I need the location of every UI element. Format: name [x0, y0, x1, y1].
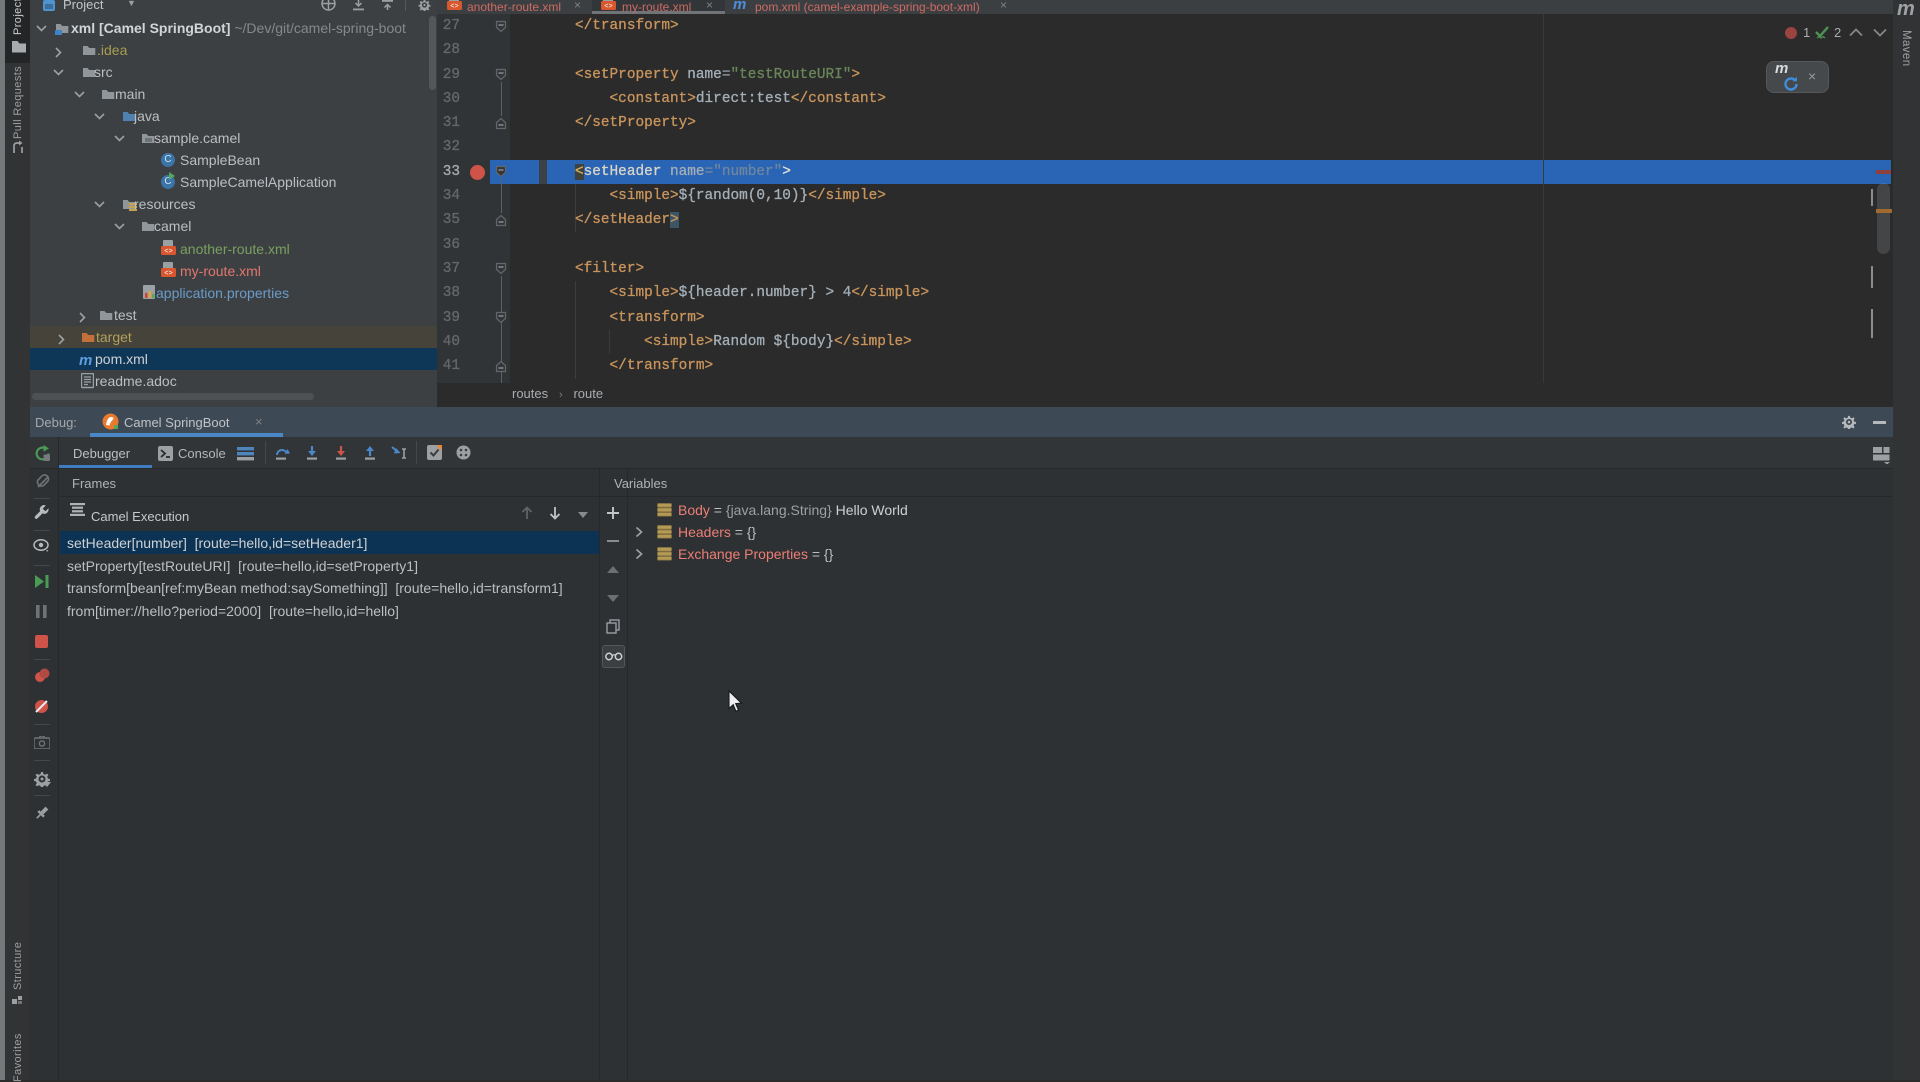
svg-text:<>: <>: [604, 3, 612, 11]
svg-text:<>: <>: [164, 270, 172, 278]
svg-text:<>: <>: [164, 248, 172, 256]
svg-text:<>: <>: [450, 3, 458, 11]
